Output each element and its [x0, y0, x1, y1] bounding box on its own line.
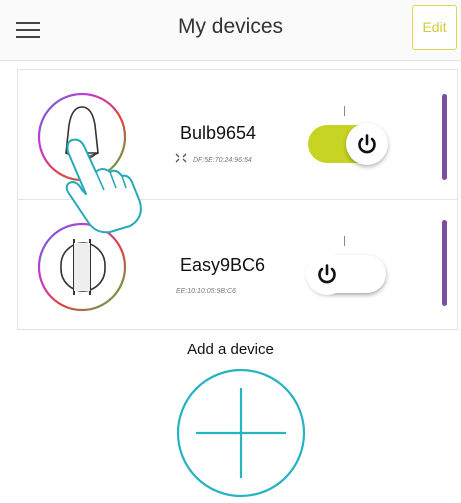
plus-icon	[176, 368, 306, 498]
toggle-tick	[344, 236, 345, 246]
app-header: My devices Edit	[0, 0, 461, 61]
add-device-button[interactable]	[176, 368, 306, 498]
device-accent-bar	[442, 94, 447, 180]
power-toggle[interactable]	[306, 253, 386, 295]
power-toggle[interactable]	[308, 123, 388, 165]
edit-button[interactable]: Edit	[412, 5, 457, 50]
signal-icon	[175, 153, 187, 163]
bulb-icon[interactable]	[36, 91, 128, 183]
device-item-bulb9654[interactable]: Bulb9654 DF:5E:70:24:96:54	[18, 70, 457, 200]
device-name: Easy9BC6	[180, 255, 266, 275]
toggle-tick	[344, 106, 345, 116]
device-list: Bulb9654 DF:5E:70:24:96:54 Easy9BC6 EE:1…	[17, 69, 458, 330]
device-name: Bulb9654	[180, 123, 257, 143]
device-accent-bar	[442, 220, 447, 306]
device-mac-address: DF:5E:70:24:96:54	[193, 157, 252, 164]
lamp-icon[interactable]	[36, 221, 128, 313]
power-icon	[318, 264, 336, 284]
toggle-knob	[346, 123, 388, 165]
power-icon	[358, 134, 376, 154]
toggle-knob	[306, 253, 348, 295]
add-device-label: Add a device	[187, 341, 274, 358]
device-item-easy9bc6[interactable]: Easy9BC6 EE:10:10:05:9B:C6	[18, 200, 457, 329]
device-mac-address: EE:10:10:05:9B:C6	[176, 288, 236, 295]
page-title: My devices	[177, 15, 284, 38]
